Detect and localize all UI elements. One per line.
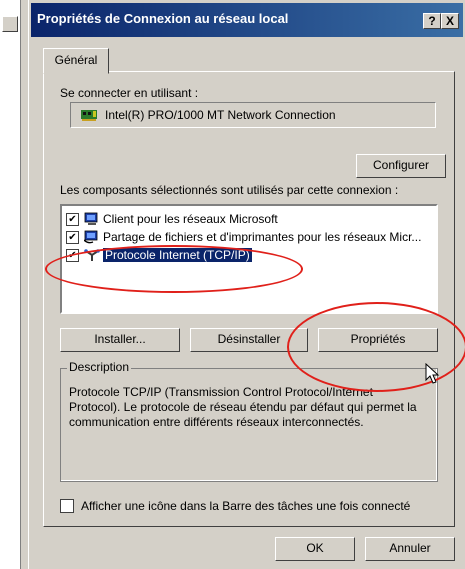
background-window-edge xyxy=(0,0,21,569)
list-item[interactable]: ✔ Partage de fichiers et d'imprimantes p… xyxy=(66,228,421,246)
close-icon: X xyxy=(445,14,454,28)
cancel-button[interactable]: Annuler xyxy=(365,537,455,561)
help-button[interactable]: ? xyxy=(423,13,441,29)
description-text: Protocole TCP/IP (Transmission Control P… xyxy=(69,385,417,429)
configure-button[interactable]: Configurer xyxy=(356,154,446,178)
component-checkbox[interactable]: ✔ xyxy=(66,230,79,244)
properties-dialog: Propriétés de Connexion au réseau local … xyxy=(28,0,465,569)
show-icon-checkbox[interactable] xyxy=(60,499,74,513)
background-scroll-button xyxy=(2,16,18,32)
adapter-field: Intel(R) PRO/1000 MT Network Connection xyxy=(70,102,436,128)
list-item[interactable]: ✔ Client pour les réseaux Microsoft xyxy=(66,210,278,228)
network-adapter-icon xyxy=(81,110,97,121)
show-icon-option[interactable]: Afficher une icône dans la Barre des tâc… xyxy=(60,497,410,515)
connect-using-label: Se connecter en utilisant : xyxy=(60,86,199,100)
tab-general[interactable]: Général xyxy=(43,48,109,74)
close-button[interactable]: X xyxy=(441,13,459,29)
ok-button[interactable]: OK xyxy=(275,537,355,561)
tab-panel-general: Se connecter en utilisant : Intel(R) PRO… xyxy=(43,71,455,527)
window-title: Propriétés de Connexion au réseau local xyxy=(37,11,289,26)
background-window xyxy=(0,0,28,569)
help-icon: ? xyxy=(428,14,436,28)
show-icon-label: Afficher une icône dans la Barre des tâc… xyxy=(81,499,411,513)
component-checkbox[interactable]: ✔ xyxy=(66,212,79,226)
title-bar[interactable]: Propriétés de Connexion au réseau local … xyxy=(31,3,463,37)
annotation-ellipse-protocol xyxy=(45,245,303,293)
adapter-name: Intel(R) PRO/1000 MT Network Connection xyxy=(105,108,336,122)
component-label: Partage de fichiers et d'imprimantes pou… xyxy=(103,230,422,244)
share-icon xyxy=(84,230,98,244)
component-label: Client pour les réseaux Microsoft xyxy=(103,212,278,226)
mouse-cursor-icon xyxy=(425,363,440,384)
description-group-label: Description xyxy=(67,360,132,374)
install-button[interactable]: Installer... xyxy=(60,328,180,352)
client-icon xyxy=(84,212,98,225)
components-label: Les composants sélectionnés sont utilisé… xyxy=(60,183,399,197)
